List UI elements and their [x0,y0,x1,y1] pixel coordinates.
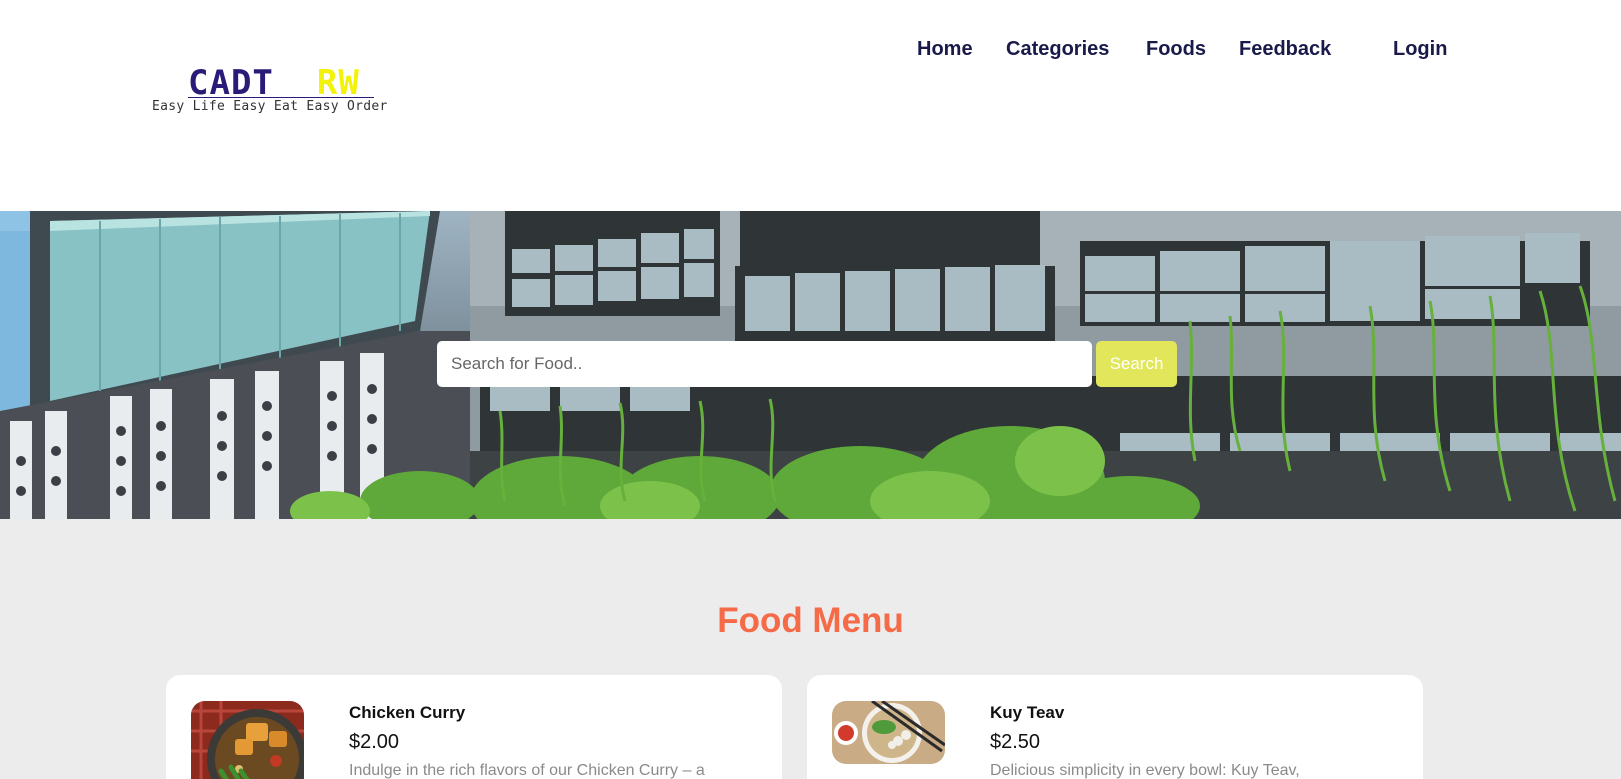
kuy-teav-image[interactable] [832,701,945,764]
food-menu-item[interactable]: Kuy Teav $2.50 Delicious simplicity in e… [807,675,1423,779]
food-item-price: $2.00 [349,731,400,753]
nav-home-link[interactable]: Home [917,38,973,61]
hero-banner: Search [0,211,1621,519]
search-button[interactable]: Search [1096,341,1177,387]
main-nav: Home Categories Foods Feedback Login [0,38,1621,64]
food-item-name: Kuy Teav [990,703,1065,722]
site-header: CADT RW Easy Life Easy Eat Easy Order Ho… [0,0,1621,211]
nav-foods-link[interactable]: Foods [1146,38,1206,61]
food-item-price: $2.50 [990,731,1041,753]
logo-wordmark: CADT RW [188,66,360,100]
nav-categories-link[interactable]: Categories [1006,38,1109,61]
nav-feedback-link[interactable]: Feedback [1239,38,1331,61]
food-menu-section: Food Menu Chicken Curry $2.00 Indulge in… [0,519,1621,779]
search-input[interactable] [437,341,1092,387]
food-menu-title: Food Menu [717,601,904,640]
logo-tagline: Easy Life Easy Eat Easy Order [152,99,388,114]
food-menu-item[interactable]: Chicken Curry $2.00 Indulge in the rich … [166,675,782,779]
nav-login-link[interactable]: Login [1393,38,1447,61]
logo-underline [188,97,374,98]
food-item-name: Chicken Curry [349,703,466,722]
food-item-description: Indulge in the rich flavors of our Chick… [349,762,705,779]
chicken-curry-image[interactable] [191,701,304,779]
food-item-description: Delicious simplicity in every bowl: Kuy … [990,762,1300,779]
